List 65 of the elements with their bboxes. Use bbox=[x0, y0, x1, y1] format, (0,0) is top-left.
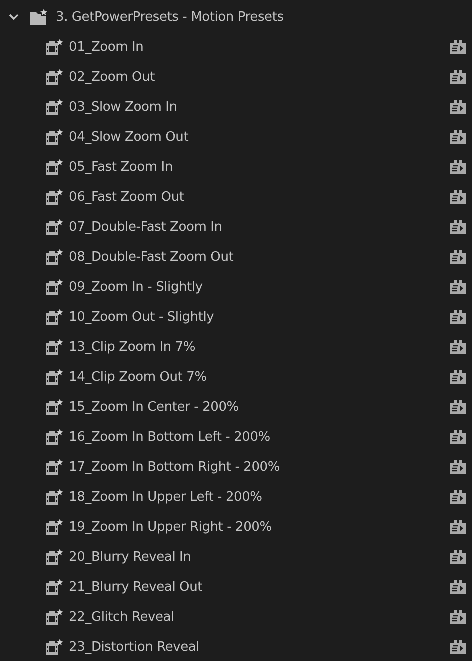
preset-icon bbox=[46, 159, 63, 175]
clip-play-icon[interactable] bbox=[450, 550, 466, 564]
preset-name[interactable]: 22_Glitch Reveal bbox=[69, 610, 450, 624]
preset-name[interactable]: 18_Zoom In Upper Left - 200% bbox=[69, 490, 450, 504]
preset-icon bbox=[46, 489, 63, 505]
preset-name[interactable]: 04_Slow Zoom Out bbox=[69, 130, 450, 144]
folder-name[interactable]: 3. GetPowerPresets - Motion Presets bbox=[56, 10, 472, 24]
preset-name[interactable]: 05_Fast Zoom In bbox=[69, 160, 450, 174]
clip-play-icon[interactable] bbox=[450, 430, 466, 444]
preset-name[interactable]: 09_Zoom In - Slightly bbox=[69, 280, 450, 294]
preset-name[interactable]: 21_Blurry Reveal Out bbox=[69, 580, 450, 594]
clip-play-icon[interactable] bbox=[450, 640, 466, 654]
clip-play-icon[interactable] bbox=[450, 370, 466, 384]
preset-icon bbox=[46, 279, 63, 295]
clip-play-icon[interactable] bbox=[450, 520, 466, 534]
preset-name[interactable]: 03_Slow Zoom In bbox=[69, 100, 450, 114]
clip-play-icon[interactable] bbox=[450, 310, 466, 324]
preset-icon bbox=[46, 189, 63, 205]
preset-name[interactable]: 02_Zoom Out bbox=[69, 70, 450, 84]
clip-play-icon[interactable] bbox=[450, 250, 466, 264]
preset-icon bbox=[46, 429, 63, 445]
preset-name[interactable]: 13_Clip Zoom In 7% bbox=[69, 340, 450, 354]
clip-play-icon[interactable] bbox=[450, 340, 466, 354]
clip-play-icon[interactable] bbox=[450, 280, 466, 294]
clip-play-icon[interactable] bbox=[450, 40, 466, 54]
preset-icon bbox=[46, 69, 63, 85]
preset-name[interactable]: 14_Clip Zoom Out 7% bbox=[69, 370, 450, 384]
preset-name[interactable]: 17_Zoom In Bottom Right - 200% bbox=[69, 460, 450, 474]
preset-name[interactable]: 07_Double-Fast Zoom In bbox=[69, 220, 450, 234]
folder-star-icon bbox=[30, 9, 48, 25]
preset-icon bbox=[46, 129, 63, 145]
preset-icon bbox=[46, 99, 63, 115]
preset-name[interactable]: 20_Blurry Reveal In bbox=[69, 550, 450, 564]
preset-name[interactable]: 01_Zoom In bbox=[69, 40, 450, 54]
preset-name[interactable]: 06_Fast Zoom Out bbox=[69, 190, 450, 204]
clip-play-icon[interactable] bbox=[450, 160, 466, 174]
clip-play-icon[interactable] bbox=[450, 580, 466, 594]
clip-play-icon[interactable] bbox=[450, 70, 466, 84]
clip-play-icon[interactable] bbox=[450, 130, 466, 144]
preset-icon bbox=[46, 579, 63, 595]
preset-icon bbox=[46, 369, 63, 385]
clip-play-icon[interactable] bbox=[450, 400, 466, 414]
preset-icon bbox=[46, 609, 63, 625]
preset-name[interactable]: 19_Zoom In Upper Right - 200% bbox=[69, 520, 450, 534]
clip-play-icon[interactable] bbox=[450, 610, 466, 624]
clip-play-icon[interactable] bbox=[450, 490, 466, 504]
clip-play-icon[interactable] bbox=[450, 190, 466, 204]
preset-icon bbox=[46, 39, 63, 55]
preset-name[interactable]: 16_Zoom In Bottom Left - 200% bbox=[69, 430, 450, 444]
preset-name[interactable]: 23_Distortion Reveal bbox=[69, 640, 450, 654]
clip-play-icon[interactable] bbox=[450, 100, 466, 114]
preset-icon bbox=[46, 639, 63, 655]
clip-play-icon[interactable] bbox=[450, 460, 466, 474]
preset-icon bbox=[46, 519, 63, 535]
clip-play-icon[interactable] bbox=[450, 220, 466, 234]
preset-icon bbox=[46, 309, 63, 325]
preset-name[interactable]: 10_Zoom Out - Slightly bbox=[69, 310, 450, 324]
preset-icon bbox=[46, 249, 63, 265]
preset-icon bbox=[46, 219, 63, 235]
preset-icon bbox=[46, 459, 63, 475]
preset-name[interactable]: 08_Double-Fast Zoom Out bbox=[69, 250, 450, 264]
preset-icon bbox=[46, 399, 63, 415]
preset-icon bbox=[46, 339, 63, 355]
preset-icon bbox=[46, 549, 63, 565]
preset-name[interactable]: 15_Zoom In Center - 200% bbox=[69, 400, 450, 414]
